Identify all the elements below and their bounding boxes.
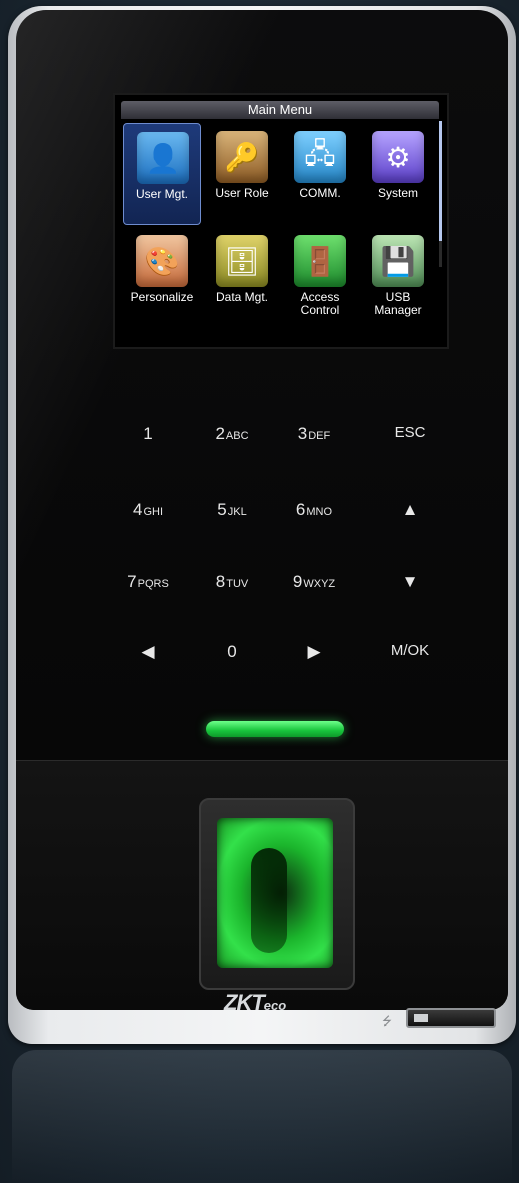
status-led-bar [206, 721, 344, 737]
brand-suffix: eco [263, 998, 287, 1010]
key-label: M/OK [390, 642, 430, 659]
fingerprint-sensor[interactable] [199, 798, 355, 990]
key-num: 5 [217, 500, 227, 519]
network-icon: 🖧 [294, 131, 346, 183]
key-num: 1 [143, 424, 153, 443]
brand-logo: ZKTeco [224, 990, 334, 1010]
arrow-down-icon: ▼ [401, 572, 419, 591]
menu-item-comm[interactable]: 🖧 COMM. [281, 123, 359, 225]
device-face: Main Menu 👤 User Mgt. 🔑 User Role 🖧 COMM… [16, 10, 508, 1010]
menu-item-label: COMM. [299, 186, 341, 200]
key-2[interactable]: 2 ABC [192, 424, 272, 460]
key-down[interactable]: ▼ [370, 572, 450, 608]
key-0[interactable]: 0 [192, 642, 272, 678]
brand-main: ZKT [224, 990, 265, 1010]
key-letters: MNO [306, 506, 333, 518]
menu-item-data-mgt[interactable]: 🗄 Data Mgt. [203, 227, 281, 329]
menu-item-label: User Mgt. [135, 187, 188, 201]
menu-item-label: Data Mgt. [215, 290, 269, 304]
menu-item-label: USB Manager [359, 291, 437, 317]
usb-symbol-icon: ⭍ [382, 1014, 392, 1028]
menu-scrollbar[interactable] [439, 121, 442, 267]
menu-item-personalize[interactable]: 🎨 Personalize [123, 227, 201, 329]
menu-item-usb-manager[interactable]: 💾 USB Manager [359, 227, 437, 329]
arrow-up-icon: ▲ [401, 500, 419, 519]
key-7[interactable]: 7 PQRS [108, 572, 188, 608]
key-4[interactable]: 4 GHI [108, 500, 188, 536]
key-3[interactable]: 3 DEF [274, 424, 354, 460]
key-num: 9 [292, 572, 303, 591]
menu-item-label: Personalize [130, 290, 194, 304]
menu-item-user-mgt[interactable]: 👤 User Mgt. [123, 123, 201, 225]
device-reflection [12, 1050, 512, 1183]
key-num: 7 [127, 572, 137, 591]
key-letters: GHI [143, 506, 164, 518]
key-8[interactable]: 8 TUV [192, 572, 272, 608]
key-esc[interactable]: ESC [370, 424, 450, 460]
menu-title: Main Menu [121, 101, 439, 119]
key-num: 6 [295, 500, 306, 519]
key-letters: DEF [308, 430, 331, 442]
arrow-left-icon: ◀ [141, 642, 155, 661]
menu-item-label: Access Control [281, 291, 359, 317]
key-up[interactable]: ▲ [370, 500, 450, 536]
label-line-2: Manager [374, 303, 422, 317]
key-letters: ABC [225, 430, 249, 442]
palette-icon: 🎨 [136, 235, 188, 287]
key-5[interactable]: 5 JKL [192, 500, 272, 536]
key-6[interactable]: 6 MNO [274, 500, 354, 536]
key-menu-ok[interactable]: M/OK [370, 642, 450, 678]
user-icon: 👤 [137, 132, 189, 184]
key-num: 2 [215, 424, 225, 443]
key-num: 0 [227, 642, 237, 661]
label-line-1: USB [385, 290, 411, 304]
door-icon: 🚪 [294, 235, 346, 287]
key-icon: 🔑 [216, 131, 268, 183]
terminal-device: Main Menu 👤 User Mgt. 🔑 User Role 🖧 COMM… [8, 6, 516, 1044]
menu-item-access-control[interactable]: 🚪 Access Control [281, 227, 359, 329]
database-icon: 🗄 [216, 235, 268, 287]
key-label: ESC [394, 424, 426, 441]
key-num: 8 [215, 572, 226, 591]
label-line-2: Control [300, 303, 340, 317]
label-line-1: Access [300, 290, 340, 304]
fingerprint-glass [217, 818, 333, 968]
key-1[interactable]: 1 [108, 424, 188, 460]
gear-icon: ⚙ [372, 131, 424, 183]
usb-drive-icon: 💾 [372, 235, 424, 287]
usb-port[interactable] [406, 1008, 496, 1028]
key-left[interactable]: ◀ [108, 642, 188, 678]
key-9[interactable]: 9 WXYZ [274, 572, 354, 608]
key-right[interactable]: ▶ [274, 642, 354, 678]
key-num: 4 [132, 500, 143, 519]
scrollbar-thumb[interactable] [439, 121, 442, 241]
menu-item-label: User Role [215, 186, 269, 200]
arrow-right-icon: ▶ [307, 642, 321, 661]
menu-item-label: System [377, 186, 418, 200]
key-letters: JKL [227, 506, 247, 518]
lcd-screen: Main Menu 👤 User Mgt. 🔑 User Role 🖧 COMM… [113, 93, 449, 349]
menu-item-system[interactable]: ⚙ System [359, 123, 437, 225]
key-letters: PQRS [137, 578, 169, 590]
key-letters: TUV [226, 578, 249, 590]
menu-item-user-role[interactable]: 🔑 User Role [203, 123, 281, 225]
key-num: 3 [297, 424, 308, 443]
menu-grid: 👤 User Mgt. 🔑 User Role 🖧 COMM. ⚙ System… [121, 121, 439, 341]
key-letters: WXYZ [303, 578, 336, 590]
